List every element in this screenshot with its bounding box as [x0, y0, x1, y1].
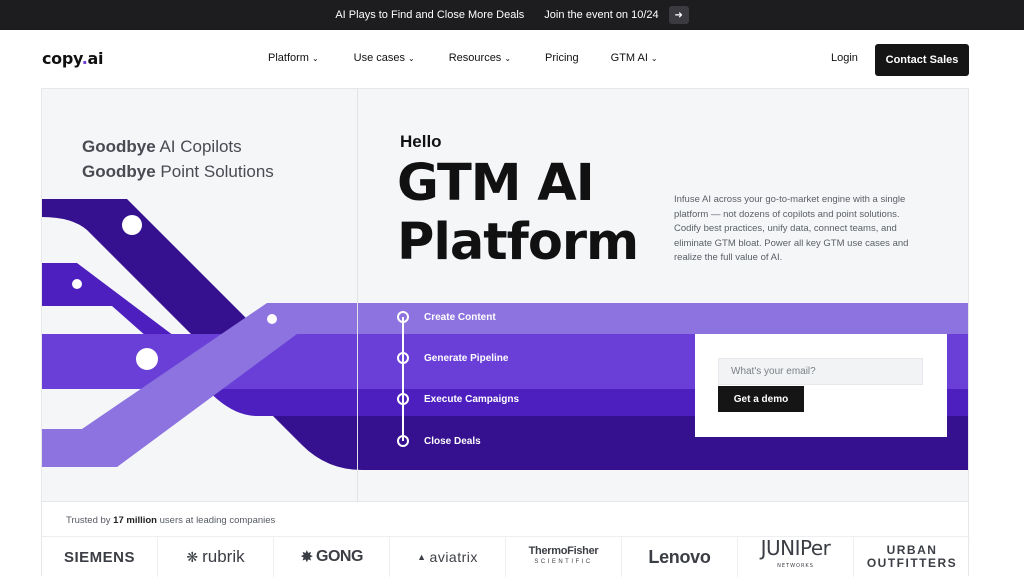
aviatrix-mark-icon: ▲ — [417, 552, 427, 562]
page-title: GTM AI Platform — [397, 154, 639, 272]
hero-section: Goodbye AI Copilots Goodbye Point Soluti… — [41, 88, 969, 502]
rubrik-mark-icon: ❋ — [186, 548, 199, 565]
aviatrix-logo: ▲ aviatrix — [390, 537, 506, 577]
juniper-logo: JUNIPer NETWORKS — [738, 537, 854, 577]
step-ring-icon — [397, 352, 409, 364]
step-ring-icon — [397, 393, 409, 405]
arrow-right-icon[interactable]: ➜ — [668, 6, 689, 24]
contact-sales-button[interactable]: Contact Sales — [875, 44, 969, 76]
flow-dot — [72, 279, 82, 289]
hello-label: Hello — [400, 132, 442, 151]
nav-item-platform[interactable]: Platform ⌄ — [268, 52, 319, 64]
step-execute-campaigns: Execute Campaigns — [397, 393, 519, 405]
get-demo-button[interactable]: Get a demo — [718, 386, 804, 412]
chevron-down-icon: ⌄ — [311, 53, 319, 63]
step-close-deals: Close Deals — [397, 435, 481, 447]
gong-logo: ✸ GONG — [274, 537, 390, 577]
thermofisher-logo: ThermoFisher SCIENTIFIC — [506, 537, 622, 577]
nav-item-gtm-ai[interactable]: GTM AI ⌄ — [611, 52, 658, 64]
step-ring-icon — [397, 311, 409, 323]
nav-item-use-cases[interactable]: Use cases ⌄ — [354, 52, 415, 64]
nav-item-resources[interactable]: Resources ⌄ — [449, 52, 511, 64]
step-generate-pipeline: Generate Pipeline — [397, 352, 508, 364]
chevron-down-icon: ⌄ — [650, 53, 658, 63]
lenovo-logo: Lenovo — [622, 537, 738, 577]
flow-dot — [122, 215, 142, 235]
siemens-logo: SIEMENS — [42, 537, 158, 577]
email-field[interactable]: What's your email? — [718, 358, 923, 385]
chevron-down-icon: ⌄ — [408, 53, 415, 63]
hero-divider — [357, 89, 358, 501]
flow-dot — [136, 348, 158, 370]
demo-form: What's your email? Get a demo — [695, 334, 947, 437]
urban-outfitters-logo: URBAN OUTFITTERS — [866, 543, 958, 570]
customer-logos: SIEMENS ❋ rubrik ✸ GONG ▲ aviatrix ThermoFi… — [42, 536, 970, 577]
chevron-down-icon: ⌄ — [504, 53, 512, 63]
trusted-section: Trusted by 17 million users at leading c… — [41, 502, 970, 577]
step-ring-icon — [397, 435, 409, 447]
copyai-logo[interactable]: copy.ai — [42, 49, 103, 68]
announcement-bar[interactable]: AI Plays to Find and Close More Deals Jo… — [0, 0, 1024, 30]
hero-description: Infuse AI across your go-to-market engin… — [674, 194, 909, 264]
announcement-title: AI Plays to Find and Close More Deals — [335, 9, 525, 21]
trusted-text: Trusted by 17 million users at leading c… — [66, 515, 276, 526]
top-nav: copy.ai Platform ⌄ Use cases ⌄ Resources ⌄ … — [0, 30, 1024, 88]
nav-menu: Platform ⌄ Use cases ⌄ Resources ⌄ Pricing … — [268, 52, 658, 64]
announcement-cta[interactable]: Join the event on 10/24 — [544, 9, 658, 21]
login-link[interactable]: Login — [831, 52, 858, 64]
goodbye-text: Goodbye AI Copilots Goodbye Point Soluti… — [82, 137, 274, 181]
flow-dot — [267, 314, 277, 324]
gong-mark-icon: ✸ — [300, 549, 313, 566]
rubrik-logo: ❋ rubrik — [158, 537, 274, 577]
nav-item-pricing[interactable]: Pricing — [545, 52, 579, 64]
steps-connector — [402, 317, 404, 441]
step-create-content: Create Content — [397, 311, 496, 323]
